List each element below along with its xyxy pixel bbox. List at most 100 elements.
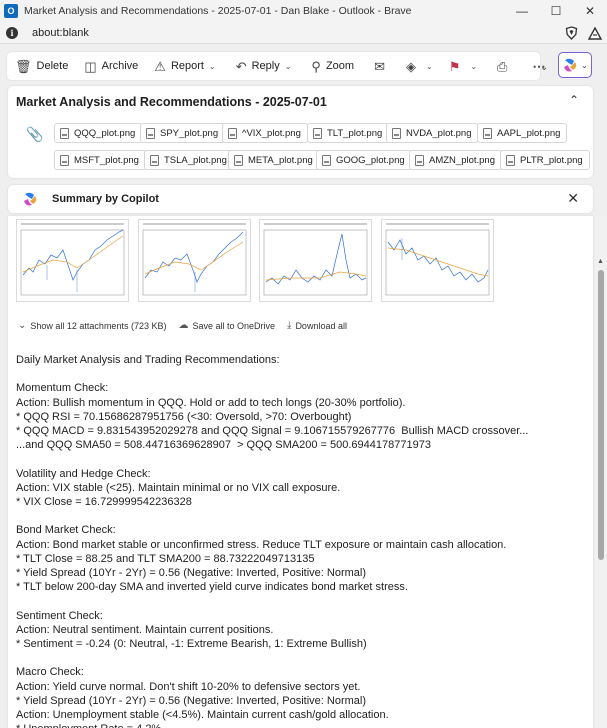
- archive-label: Archive: [101, 60, 139, 72]
- image-file-icon: [146, 127, 155, 139]
- message-line: * TLT below 200-day SMA and inverted yie…: [16, 581, 408, 594]
- outlook-icon: O: [4, 4, 18, 18]
- attachment-chip[interactable]: PLTR_plot.png: [500, 150, 590, 170]
- attachment-chip[interactable]: GOOG_plot.png: [316, 150, 412, 170]
- message-line: Daily Market Analysis and Trading Recomm…: [16, 354, 280, 366]
- attachment-chip[interactable]: TSLA_plot.png: [144, 150, 234, 170]
- attachment-chip[interactable]: SPY_plot.png: [140, 123, 226, 143]
- image-file-icon: [392, 127, 401, 139]
- chevron-down-icon: ⌄: [470, 61, 478, 71]
- message-line: * Yield Spread (10Yr - 2Yr) = 0.56 (Nega…: [16, 694, 367, 707]
- cloud-icon: ☁: [178, 320, 189, 331]
- download-all-label: Download all: [295, 320, 347, 331]
- copilot-icon: [24, 192, 37, 206]
- message-line: * Sentiment = -0.24 (0: Neutral, -1: Ext…: [16, 638, 367, 651]
- attachment-name: QQQ_plot.png: [74, 127, 136, 139]
- scrollbar-thumb[interactable]: [598, 270, 604, 560]
- scroll-up-icon[interactable]: ▲: [597, 258, 604, 265]
- message-line: ...and QQQ SMA50 = 508.44716369628907 > …: [16, 439, 431, 452]
- message-line: * Unemployment Rate = 4.2%: [16, 722, 576, 728]
- save-onedrive-link[interactable]: ☁ Save all to OneDrive: [178, 320, 275, 331]
- attachment-chip[interactable]: TLT_plot.png: [307, 123, 390, 143]
- attachment-name: PLTR_plot.png: [520, 154, 583, 166]
- attachment-name: META_plot.png: [248, 154, 313, 166]
- attachment-name: NVDA_plot.png: [406, 127, 472, 139]
- print-button[interactable]: ⎙: [489, 52, 520, 80]
- tag-icon: ◈: [405, 58, 416, 74]
- attachment-chip[interactable]: MSFT_plot.png: [54, 150, 146, 170]
- message-line: Action: Yield curve normal. Don't shift …: [16, 680, 361, 693]
- delete-label: Delete: [36, 60, 69, 72]
- trash-icon: 🗑: [15, 58, 32, 74]
- collapse-icon[interactable]: ⌃: [569, 93, 579, 107]
- message-line: [16, 509, 576, 523]
- toolbar-expand-chevron-icon[interactable]: ⌄: [540, 62, 548, 73]
- attachment-name: TLT_plot.png: [327, 127, 383, 139]
- attachment-name: MSFT_plot.png: [74, 154, 139, 166]
- site-info-icon[interactable]: i: [6, 26, 18, 39]
- url-field[interactable]: about:blank: [32, 27, 89, 39]
- window-title-bar: O Market Analysis and Recommendations - …: [0, 0, 607, 22]
- copilot-summary-label: Summary by Copilot: [52, 193, 159, 205]
- reply-button[interactable]: ↶ Reply ⌄: [228, 52, 300, 80]
- flag-icon: ⚑: [448, 58, 461, 74]
- brave-rewards-icon[interactable]: [587, 25, 603, 41]
- message-line: Action: Bond market stable or unconfirme…: [16, 538, 507, 551]
- mark-read-button[interactable]: ✉: [366, 52, 398, 80]
- attachment-name: GOOG_plot.png: [336, 154, 405, 166]
- message-line: Action: VIX stable (<25). Maintain minim…: [16, 481, 341, 494]
- attachment-chip[interactable]: ^VIX_plot.png: [222, 123, 308, 143]
- shield-alert-icon: ⚠: [154, 58, 166, 74]
- attachment-chip[interactable]: NVDA_plot.png: [386, 123, 479, 143]
- message-line: Momentum Check:: [16, 382, 109, 395]
- message-line: * TLT Close = 88.25 and TLT SMA200 = 88.…: [16, 552, 315, 565]
- message-line: Sentiment Check:: [16, 609, 103, 622]
- chevron-down-icon: ⌄: [284, 61, 292, 71]
- attachment-thumbnail[interactable]: [381, 219, 494, 302]
- attachment-chip[interactable]: AAPL_plot.png: [477, 123, 568, 143]
- message-line: Macro Check:: [16, 666, 84, 679]
- message-text: Daily Market Analysis and Trading Recomm…: [16, 353, 576, 728]
- close-icon[interactable]: ✕: [573, 0, 607, 22]
- message-line: Action: Neutral sentiment. Maintain curr…: [16, 623, 274, 636]
- image-file-icon: [228, 127, 237, 139]
- brave-shield-icon[interactable]: [563, 25, 579, 41]
- image-file-icon: [415, 154, 424, 166]
- attachment-thumbnail[interactable]: [16, 219, 129, 302]
- maximize-icon[interactable]: ☐: [539, 0, 573, 22]
- message-line: [16, 594, 576, 608]
- minimize-icon[interactable]: —: [505, 0, 539, 22]
- categorize-button[interactable]: ◈ ⌄: [398, 52, 441, 80]
- message-line: [16, 367, 576, 381]
- attachment-thumbnail[interactable]: [259, 219, 372, 302]
- report-button[interactable]: ⚠ Report ⌄: [146, 52, 223, 80]
- attachment-name: TSLA_plot.png: [164, 154, 227, 166]
- attachment-name: ^VIX_plot.png: [242, 127, 301, 139]
- message-line: Action: Unemployment stable (<4.5%). Mai…: [16, 709, 389, 722]
- reply-label: Reply: [251, 60, 280, 72]
- copilot-button[interactable]: ⌄: [558, 52, 592, 78]
- show-all-attachments-link[interactable]: ⌄ Show all 12 attachments (723 KB): [18, 320, 166, 331]
- save-onedrive-label: Save all to OneDrive: [192, 320, 276, 331]
- attachment-chip[interactable]: AMZN_plot.png: [409, 150, 503, 170]
- chevron-down-icon: ⌄: [425, 61, 433, 71]
- attachment-thumbnail[interactable]: [138, 219, 251, 302]
- message-toolbar: 🗑 Delete ◫ Archive ⚠ Report ⌄ ↶ Reply ⌄ ⚲ Zoom …: [7, 52, 545, 80]
- copilot-summary-bar[interactable]: Summary by Copilot ✕: [8, 185, 593, 213]
- zoom-label: Zoom: [325, 60, 355, 72]
- zoom-button[interactable]: ⚲ Zoom: [303, 52, 362, 80]
- archive-button[interactable]: ◫ Archive: [76, 52, 146, 80]
- image-file-icon: [150, 154, 159, 166]
- close-icon[interactable]: ✕: [567, 190, 579, 207]
- attachment-name: AAPL_plot.png: [497, 127, 561, 139]
- message-line: Bond Market Check:: [16, 524, 116, 537]
- image-file-icon: [234, 154, 243, 166]
- attachment-chip[interactable]: QQQ_plot.png: [54, 123, 143, 143]
- delete-button[interactable]: 🗑 Delete: [7, 52, 76, 80]
- flag-button[interactable]: ⚑ ⌄: [441, 52, 485, 80]
- image-file-icon: [60, 127, 69, 139]
- window-controls: — ☐ ✕: [505, 0, 607, 22]
- attachment-chip[interactable]: META_plot.png: [228, 150, 320, 170]
- copilot-icon: [564, 58, 577, 72]
- download-all-link[interactable]: ⤓ Download all: [287, 320, 347, 331]
